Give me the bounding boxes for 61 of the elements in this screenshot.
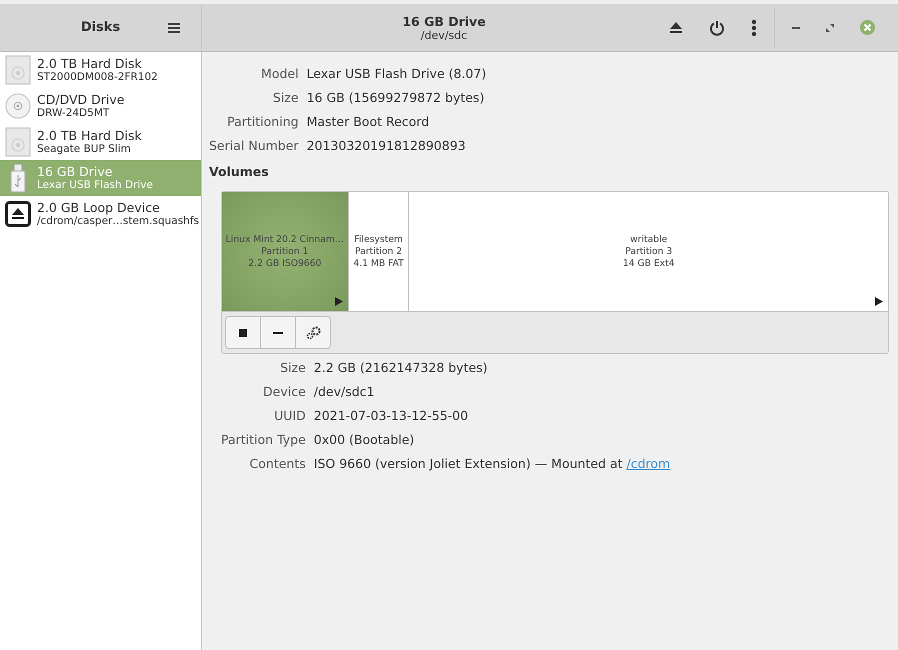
sidebar-title: Disks (80, 20, 120, 35)
property-value: ISO 9660 (version Joliet Extension) — Mounted at /cdrom (314, 455, 670, 473)
disk-list-item[interactable]: CD/DVD Drive DRW-24D5MT (0, 88, 201, 124)
disk-list-item[interactable]: 2.0 TB Hard Disk ST2000DM008-2FR102 (0, 52, 201, 88)
disk-model: Seagate BUP Slim (37, 143, 132, 156)
partition-block[interactable]: Linux Mint 20.2 Cinnam… Partition 1 2.2 GB ISO9660 (222, 192, 349, 311)
disk-model: ST2000DM008-2FR102 (37, 71, 158, 84)
more-options-icon[interactable] (751, 18, 757, 36)
minus-icon (273, 332, 283, 334)
partition-label: 14 GB Ext4 (622, 258, 675, 270)
partition-label: Linux Mint 20.2 Cinnam… (226, 234, 344, 246)
property-value: /dev/sdc1 (314, 383, 376, 401)
property-label: UUID (273, 407, 306, 425)
property-value: 2.2 GB (2162147328 bytes) (314, 359, 489, 377)
stop-icon (239, 328, 247, 336)
maximize-icon[interactable] (826, 24, 834, 32)
property-label: Model (260, 65, 299, 83)
partition-block[interactable]: Filesystem Partition 2 4.1 MB FAT (348, 192, 410, 311)
optical-disc-icon (5, 92, 31, 120)
gears-icon (306, 326, 320, 340)
property-value: Master Boot Record (306, 113, 430, 131)
disk-model: Lexar USB Flash Drive (37, 179, 153, 192)
partition-label: Partition 2 (355, 246, 402, 258)
disk-name: 2.0 GB Loop Device (37, 200, 161, 215)
drive-device-path: /dev/sdc (420, 28, 468, 42)
property-label: Contents (248, 455, 306, 473)
property-value: 2021-07-03-13-12-55-00 (314, 407, 470, 425)
power-icon[interactable] (709, 20, 725, 36)
partition-label: 2.2 GB ISO9660 (248, 258, 322, 270)
unmount-button[interactable] (225, 316, 261, 349)
property-label: Device (262, 383, 306, 401)
property-value: Lexar USB Flash Drive (8.07) (306, 65, 486, 83)
property-value: 0x00 (Bootable) (314, 431, 416, 449)
disk-list-item[interactable]: 2.0 TB Hard Disk Seagate BUP Slim (0, 124, 201, 160)
disk-name: 2.0 TB Hard Disk (37, 56, 143, 71)
disk-name: 16 GB Drive (37, 164, 114, 179)
partition-block[interactable]: writable Partition 3 14 GB Ext4 (409, 192, 888, 311)
drive-title: 16 GB Drive (402, 14, 486, 28)
property-value: 20130320191812890893 (306, 137, 467, 155)
disk-name: CD/DVD Drive (37, 92, 124, 107)
partition-label: 4.1 MB FAT (353, 258, 404, 270)
volumes-heading: Volumes (209, 164, 270, 179)
minimize-icon[interactable] (792, 26, 800, 28)
disk-list-item[interactable]: 2.0 GB Loop Device /cdrom/casper…stem.squashfs (0, 196, 201, 232)
partition-label: Filesystem (354, 234, 403, 246)
property-label: Serial Number (209, 137, 299, 155)
disk-model: /cdrom/casper…stem.squashfs (37, 215, 200, 228)
partition-label: writable (630, 234, 668, 246)
eject-icon[interactable] (669, 22, 683, 34)
menu-icon[interactable] (168, 23, 180, 33)
disk-name: 2.0 TB Hard Disk (37, 128, 142, 143)
property-label: Partition Type (221, 431, 306, 449)
property-label: Size (279, 359, 306, 377)
settings-button[interactable] (295, 316, 331, 349)
property-label: Partitioning (226, 113, 299, 131)
partition-label: Partition 1 (261, 246, 308, 258)
property-label: Size (272, 89, 299, 107)
eject-icon (5, 201, 31, 227)
property-value: 16 GB (15699279872 bytes) (306, 89, 486, 107)
disk-model: DRW-24D5MT (37, 107, 110, 120)
partition-label: Partition 3 (625, 246, 672, 258)
